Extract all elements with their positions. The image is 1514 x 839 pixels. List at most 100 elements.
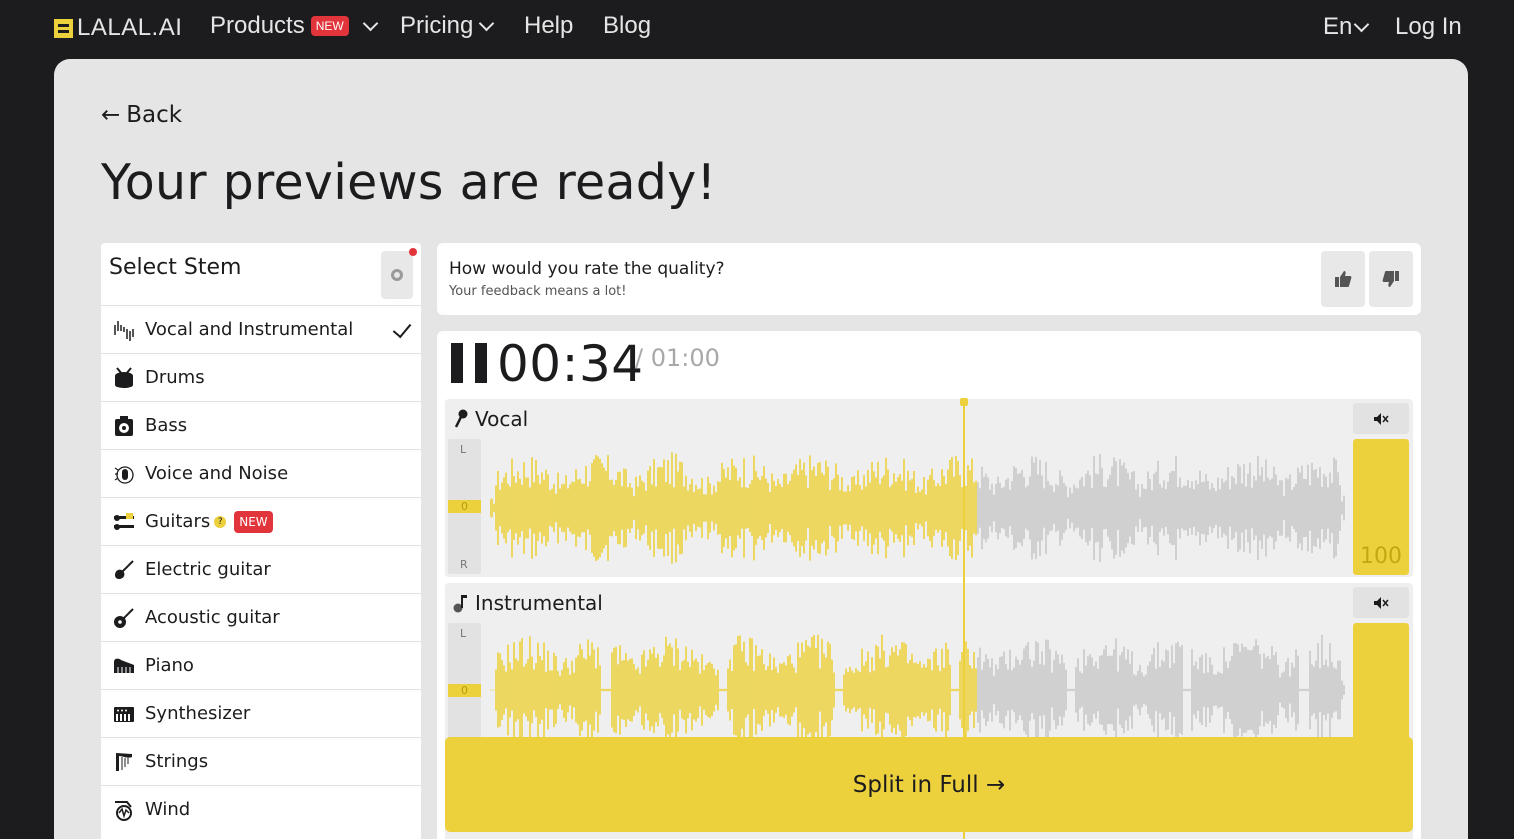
feedback-question: How would you rate the quality? <box>449 259 725 279</box>
stem-item-acoustic-guitar[interactable]: Acoustic guitar <box>101 593 421 641</box>
stem-item-vocal-instrumental[interactable]: Vocal and Instrumental <box>101 305 421 353</box>
thumbs-down-button[interactable] <box>1369 251 1413 307</box>
speaker-muted-icon <box>1374 596 1389 609</box>
track-vocal-title: Vocal <box>453 407 528 431</box>
vocal-waveform[interactable] <box>490 449 1346 567</box>
stem-label: Wind <box>145 799 191 820</box>
stem-item-piano[interactable]: Piano <box>101 641 421 689</box>
meter-zero: 0 <box>448 684 481 697</box>
notification-dot <box>409 248 417 256</box>
thumbs-up-icon <box>1335 271 1352 287</box>
stem-label: Synthesizer <box>145 703 251 724</box>
level-meter: L 0 R <box>448 439 481 574</box>
stem-item-wind[interactable]: Wind <box>101 785 421 833</box>
meter-zero: 0 <box>448 500 481 513</box>
drum-icon <box>113 366 135 389</box>
duration: / 01:00 <box>635 344 720 372</box>
feedback-subtitle: Your feedback means a lot! <box>449 284 627 299</box>
logo-text: LALAL.AI <box>77 14 183 41</box>
new-badge: NEW <box>234 510 273 533</box>
stem-panel-title: Select Stem <box>109 255 242 280</box>
feedback-panel: How would you rate the quality? Your fee… <box>437 243 1421 315</box>
track-instrumental-title: Instrumental <box>453 591 603 615</box>
pause-icon-bar <box>475 343 487 383</box>
new-badge: NEW <box>310 16 349 36</box>
meter-left-label: L <box>460 627 467 640</box>
back-link[interactable]: ← Back <box>101 102 182 128</box>
gear-icon <box>391 269 403 281</box>
logo[interactable]: LALAL.AI <box>54 14 182 42</box>
volume-slider[interactable]: 100 <box>1353 439 1409 575</box>
meter-right-label: R <box>460 558 468 571</box>
nav-pricing-label: Pricing <box>400 12 474 39</box>
stem-item-guitars[interactable]: Guitars ? NEW <box>101 497 421 545</box>
stem-label: Bass <box>145 415 188 436</box>
help-icon[interactable]: ? <box>214 515 227 528</box>
electric-guitar-icon <box>113 559 135 581</box>
music-note-icon <box>453 595 467 613</box>
nav-help-label: Help <box>524 12 574 39</box>
page-title: Your previews are ready! <box>101 154 717 211</box>
logo-mark-icon <box>54 18 73 38</box>
nav-products-label: Products <box>210 12 305 39</box>
mute-button[interactable] <box>1353 403 1409 434</box>
guitars-icon <box>113 511 135 533</box>
nav-pricing[interactable]: Pricing <box>400 12 495 40</box>
stem-item-drums[interactable]: Drums <box>101 353 421 401</box>
stem-item-electric-guitar[interactable]: Electric guitar <box>101 545 421 593</box>
nav-blog-label: Blog <box>603 12 652 39</box>
stem-item-voice-noise[interactable]: Voice and Noise <box>101 449 421 497</box>
chevron-down-icon <box>1354 16 1370 32</box>
stem-item-synthesizer[interactable]: Synthesizer <box>101 689 421 737</box>
stem-label: Piano <box>145 655 194 676</box>
stem-item-strings[interactable]: Strings <box>101 737 421 785</box>
checkmark-icon <box>392 318 412 339</box>
stem-label: Voice and Noise <box>145 463 289 484</box>
track-vocal: Vocal L 0 R 100 <box>445 399 1413 577</box>
stem-panel: Select Stem Vocal and Instrumental Drums… <box>101 243 421 839</box>
microphone-icon <box>454 409 468 428</box>
track-name: Vocal <box>475 407 529 431</box>
back-label: Back <box>126 102 183 128</box>
speaker-muted-icon <box>1374 412 1389 425</box>
language-label: En <box>1323 13 1353 40</box>
split-in-full-button[interactable]: Split in Full → <box>445 737 1413 832</box>
instrumental-waveform[interactable] <box>490 631 1346 749</box>
stem-label: Guitars <box>145 511 211 532</box>
nav-help[interactable]: Help <box>524 12 573 40</box>
stem-label: Vocal and Instrumental <box>145 319 354 340</box>
thumbs-down-icon <box>1382 271 1399 287</box>
stem-label: Acoustic guitar <box>145 607 280 628</box>
thumbs-up-button[interactable] <box>1321 251 1365 307</box>
nav-blog[interactable]: Blog <box>603 12 651 40</box>
current-time: 00:34 <box>497 335 644 393</box>
stem-item-bass[interactable]: Bass <box>101 401 421 449</box>
waveform-icon <box>113 319 135 341</box>
settings-button[interactable] <box>381 251 413 299</box>
login-link[interactable]: Log In <box>1395 13 1462 41</box>
top-nav: LALAL.AI Products NEW Pricing Help Blog … <box>0 0 1514 52</box>
pause-button[interactable] <box>451 343 487 383</box>
pause-icon <box>451 343 463 383</box>
acoustic-guitar-icon <box>113 607 135 629</box>
harp-icon <box>113 751 135 773</box>
meter-left-label: L <box>460 443 467 456</box>
track-name: Instrumental <box>475 591 603 615</box>
arrow-left-icon: ← <box>101 102 121 128</box>
mute-button[interactable] <box>1353 587 1409 618</box>
chevron-down-icon <box>479 15 495 31</box>
chevron-down-icon <box>362 15 378 31</box>
stem-panel-header: Select Stem <box>101 243 421 305</box>
stem-label: Strings <box>145 751 209 772</box>
synthesizer-icon <box>113 703 135 725</box>
nav-products[interactable]: Products NEW <box>210 12 378 40</box>
login-label: Log In <box>1395 13 1462 40</box>
bass-amp-icon <box>113 415 135 437</box>
stem-label: Electric guitar <box>145 559 271 580</box>
stem-label: Drums <box>145 367 205 388</box>
main-card: ← Back Your previews are ready! Select S… <box>54 59 1468 839</box>
piano-icon <box>113 655 135 677</box>
language-selector[interactable]: En <box>1323 13 1370 41</box>
voice-noise-icon <box>113 463 135 485</box>
horn-icon <box>113 799 135 821</box>
